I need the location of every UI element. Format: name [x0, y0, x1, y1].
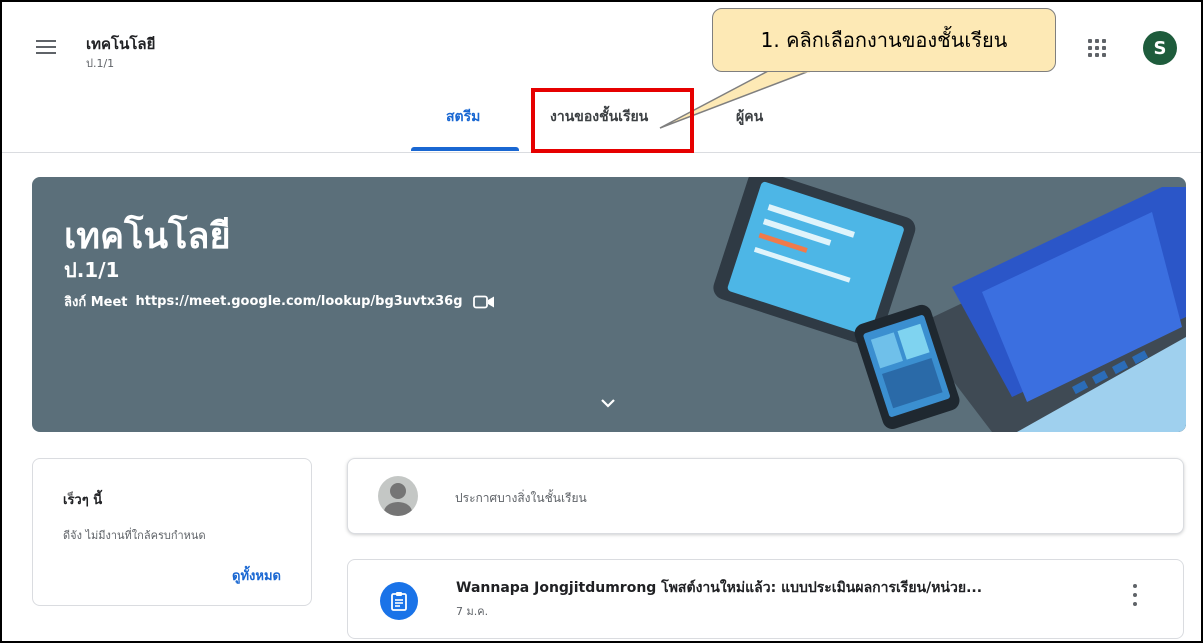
video-camera-icon[interactable]	[472, 295, 495, 309]
active-tab-indicator	[411, 147, 519, 151]
post-title[interactable]: Wannapa Jongjitdumrong โพสต์งานใหม่แล้ว:…	[456, 577, 982, 599]
class-subtitle: ป.1/1	[86, 57, 115, 70]
highlight-frame	[531, 88, 694, 153]
announce-placeholder: ประกาศบางสิ่งในชั้นเรียน	[455, 491, 587, 505]
user-avatar-icon	[378, 476, 418, 516]
upcoming-message: ดีจัง ไม่มีงานที่ใกล้ครบกำหนด	[63, 529, 206, 542]
tab-stream[interactable]: สตรีม	[446, 106, 480, 128]
tab-people[interactable]: ผู้คน	[736, 106, 763, 128]
instruction-callout: 1. คลิกเลือกงานของชั้นเรียน	[712, 8, 1056, 72]
google-apps-icon[interactable]	[1088, 39, 1106, 57]
meet-url-link[interactable]: https://meet.google.com/lookup/bg3uvtx36…	[136, 294, 463, 309]
post-date: 7 ม.ค.	[456, 605, 489, 618]
hamburger-menu-icon[interactable]	[36, 40, 56, 54]
assignment-icon	[380, 582, 418, 620]
account-avatar[interactable]: S	[1143, 31, 1177, 65]
meet-label: ลิงก์ Meet	[64, 295, 128, 310]
announce-box[interactable]: ประกาศบางสิ่งในชั้นเรียน	[347, 458, 1184, 534]
upcoming-title: เร็วๆ นี้	[63, 493, 103, 508]
banner-class-section: ป.1/1	[64, 258, 120, 282]
more-options-icon[interactable]	[1132, 584, 1138, 606]
class-title[interactable]: เทคโนโลยี	[86, 32, 155, 56]
stream-post[interactable]: Wannapa Jongjitdumrong โพสต์งานใหม่แล้ว:…	[347, 559, 1184, 639]
upcoming-card: เร็วๆ นี้ ดีจัง ไม่มีงานที่ใกล้ครบกำหนด …	[32, 458, 312, 606]
meet-link-row: ลิงก์ Meet https://meet.google.com/looku…	[64, 291, 495, 312]
chevron-down-icon[interactable]	[598, 396, 618, 410]
view-all-link[interactable]: ดูทั้งหมด	[232, 565, 281, 586]
class-banner: เทคโนโลยี ป.1/1 ลิงก์ Meet https://meet.…	[32, 177, 1186, 432]
